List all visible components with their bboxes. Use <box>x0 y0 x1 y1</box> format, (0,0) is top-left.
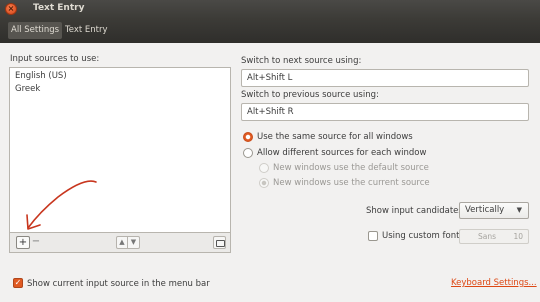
next-source-shortcut-field[interactable] <box>241 69 529 87</box>
sources-header: Input sources to use: <box>10 54 100 64</box>
remove-source-button[interactable]: − <box>31 236 41 249</box>
toolbar: All Settings Text Entry <box>0 19 540 43</box>
current-source-label: New windows use the current source <box>273 178 430 188</box>
keyboard-layout-button[interactable] <box>213 236 226 249</box>
font-size: 10 <box>513 232 523 241</box>
close-icon: × <box>7 4 15 13</box>
all-settings-button[interactable]: All Settings <box>8 22 63 39</box>
keyboard-settings-link[interactable]: Keyboard Settings... <box>451 278 537 288</box>
add-source-button[interactable]: + <box>16 236 30 249</box>
title-bar: × Text Entry <box>0 0 540 19</box>
list-item[interactable]: English (US) <box>10 70 230 83</box>
default-source-radio[interactable] <box>259 163 269 173</box>
input-sources-list[interactable]: English (US) Greek <box>9 67 231 233</box>
close-button[interactable]: × <box>5 3 17 15</box>
next-source-label: Switch to next source using: <box>241 56 362 66</box>
move-down-button[interactable]: ▼ <box>128 236 140 249</box>
list-item[interactable]: Greek <box>10 83 230 96</box>
different-sources-radio[interactable] <box>243 148 253 158</box>
move-up-button[interactable]: ▲ <box>116 236 128 249</box>
prev-source-shortcut-field[interactable] <box>241 103 529 121</box>
font-chooser-button[interactable]: Sans 10 <box>459 229 529 244</box>
keyboard-icon <box>216 240 225 247</box>
same-source-radio[interactable] <box>243 132 253 142</box>
menu-bar-label: Show current input source in the menu ba… <box>27 279 210 289</box>
candidates-dropdown[interactable]: Vertically ▼ <box>459 202 529 219</box>
prev-source-label: Switch to previous source using: <box>241 90 379 100</box>
breadcrumb-text-entry[interactable]: Text Entry <box>62 22 111 39</box>
different-sources-label: Allow different sources for each window <box>257 148 427 158</box>
same-source-label: Use the same source for all windows <box>257 132 413 142</box>
list-toolbar: + − ▲ ▼ <box>9 233 231 253</box>
font-name: Sans <box>478 232 497 241</box>
dropdown-arrow-icon: ▼ <box>516 206 522 214</box>
custom-font-label: Using custom font: <box>382 231 463 241</box>
custom-font-checkbox[interactable] <box>368 231 378 241</box>
candidates-label: Show input candidates: <box>366 206 466 216</box>
current-source-radio[interactable] <box>259 178 269 188</box>
menu-bar-checkbox[interactable]: ✓ <box>13 278 23 288</box>
window-title: Text Entry <box>33 3 85 13</box>
default-source-label: New windows use the default source <box>273 163 429 173</box>
candidates-value: Vertically <box>465 205 505 215</box>
